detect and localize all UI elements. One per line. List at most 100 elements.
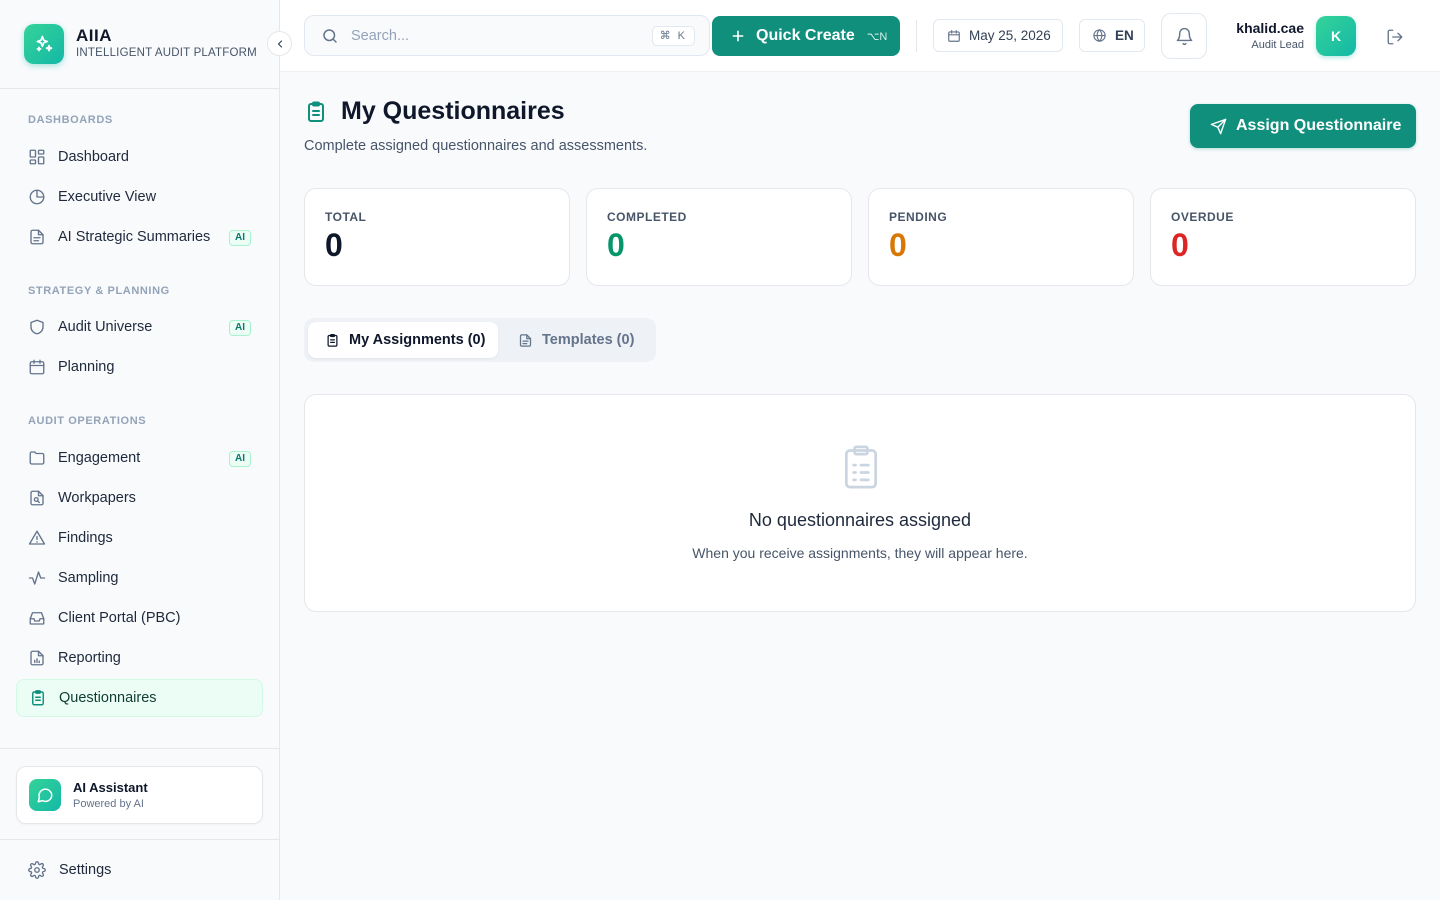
- chevron-left-icon: [274, 38, 286, 50]
- ai-assistant-card[interactable]: AI Assistant Powered by AI: [16, 766, 263, 824]
- current-date: May 25, 2026: [969, 28, 1051, 43]
- quick-create-button[interactable]: Quick Create ⌥N: [712, 16, 900, 56]
- ai-badge: AI: [229, 451, 251, 467]
- sidebar-item-label: Dashboard: [58, 149, 129, 165]
- search-input[interactable]: [351, 27, 631, 44]
- brand-header: AIIA INTELLIGENT AUDIT PLATFORM: [0, 0, 279, 89]
- tab-label: Templates (0): [542, 332, 635, 348]
- pie-chart-icon: [28, 188, 46, 206]
- collapse-sidebar-button[interactable]: [267, 31, 292, 56]
- sidebar-item-executive-view[interactable]: Executive View: [16, 178, 263, 216]
- stat-card-completed: COMPLETED 0: [586, 188, 852, 286]
- sidebar-item-label: Planning: [58, 359, 115, 375]
- stat-value: 0: [607, 227, 625, 263]
- alert-triangle-icon: [28, 529, 46, 547]
- avatar[interactable]: K: [1316, 16, 1356, 56]
- user-role: Audit Lead: [1251, 39, 1304, 51]
- assign-questionnaire-button[interactable]: Assign Questionnaire: [1190, 104, 1416, 148]
- sidebar-item-audit-universe[interactable]: Audit Universe AI: [16, 308, 263, 346]
- sidebar-item-label: Findings: [58, 530, 113, 546]
- sidebar-item-reporting[interactable]: Reporting: [16, 639, 263, 677]
- search-icon: [321, 27, 339, 45]
- clipboard-list-icon: [839, 443, 883, 491]
- sidebar-item-client-portal[interactable]: Client Portal (PBC): [16, 599, 263, 637]
- assistant-subtitle: Powered by AI: [73, 798, 144, 810]
- language-label: EN: [1115, 28, 1134, 43]
- sidebar-item-workpapers[interactable]: Workpapers: [16, 479, 263, 517]
- sidebar-item-label: Sampling: [58, 570, 119, 586]
- language-selector[interactable]: EN: [1079, 19, 1145, 52]
- sidebar-item-planning[interactable]: Planning: [16, 348, 263, 386]
- inbox-icon: [28, 609, 46, 627]
- assistant-title: AI Assistant: [73, 780, 148, 795]
- tab-my-assignments[interactable]: My Assignments (0): [308, 322, 498, 358]
- brand-subtitle: INTELLIGENT AUDIT PLATFORM: [76, 47, 257, 59]
- page-title: My Questionnaires: [341, 97, 565, 125]
- ai-badge: AI: [229, 230, 251, 246]
- assistant-section: AI Assistant Powered by AI: [0, 748, 279, 840]
- sparkles-icon: [34, 34, 54, 54]
- sidebar-item-settings[interactable]: Settings: [16, 852, 263, 888]
- search-box[interactable]: ⌘ K: [304, 15, 710, 56]
- stat-label: TOTAL: [325, 210, 367, 224]
- assistant-avatar: [29, 779, 61, 811]
- section-title-dashboards: DASHBOARDS: [28, 114, 113, 126]
- folder-icon: [28, 449, 46, 467]
- stat-card-pending: PENDING 0: [868, 188, 1134, 286]
- empty-state-message: When you receive assignments, they will …: [692, 545, 1028, 561]
- bell-icon: [1175, 27, 1194, 46]
- calendar-icon: [28, 358, 46, 376]
- date-chip[interactable]: May 25, 2026: [933, 19, 1063, 52]
- settings-label: Settings: [59, 862, 112, 878]
- clipboard-list-icon: [304, 100, 328, 124]
- stat-card-overdue: OVERDUE 0: [1150, 188, 1416, 286]
- message-circle-icon: [36, 786, 54, 804]
- sidebar-item-label: Engagement: [58, 450, 141, 466]
- sidebar-item-label: AI Strategic Summaries: [58, 229, 211, 245]
- sidebar-item-findings[interactable]: Findings: [16, 519, 263, 557]
- sidebar-item-dashboard[interactable]: Dashboard: [16, 138, 263, 176]
- sidebar-item-label: Executive View: [58, 189, 157, 205]
- ai-badge: AI: [229, 320, 251, 336]
- sidebar-item-ai-strategic-summaries[interactable]: AI Strategic Summaries AI: [16, 218, 263, 256]
- log-out-icon: [1386, 28, 1404, 46]
- section-title-audit-operations: AUDIT OPERATIONS: [28, 415, 147, 427]
- search-shortcut-hint: ⌘ K: [651, 26, 695, 46]
- sidebar-item-questionnaires[interactable]: Questionnaires: [16, 679, 263, 717]
- plus-icon: [730, 28, 746, 44]
- gear-icon: [28, 861, 46, 879]
- sidebar-item-label: Audit Universe: [58, 319, 153, 335]
- sidebar-item-sampling[interactable]: Sampling: [16, 559, 263, 597]
- sidebar-item-label: Questionnaires: [59, 690, 157, 706]
- logout-button[interactable]: [1384, 26, 1406, 48]
- stat-label: PENDING: [889, 210, 948, 224]
- stat-value: 0: [889, 227, 907, 263]
- shield-icon: [28, 318, 46, 336]
- brand-logo[interactable]: [24, 24, 64, 64]
- empty-state-panel: No questionnaires assigned When you rece…: [304, 394, 1416, 612]
- sidebar-item-label: Workpapers: [58, 490, 136, 506]
- assign-questionnaire-label: Assign Questionnaire: [1236, 117, 1402, 134]
- activity-icon: [28, 569, 46, 587]
- globe-icon: [1092, 28, 1107, 43]
- notifications-button[interactable]: [1161, 13, 1207, 59]
- send-icon: [1210, 118, 1227, 135]
- empty-state-title: No questionnaires assigned: [748, 510, 972, 530]
- quick-create-shortcut: ⌥N: [866, 30, 888, 43]
- quick-create-label: Quick Create: [756, 27, 855, 44]
- clipboard-list-icon: [29, 689, 47, 707]
- stat-label: OVERDUE: [1171, 210, 1234, 224]
- stat-label: COMPLETED: [607, 210, 687, 224]
- sidebar-item-label: Reporting: [58, 650, 121, 666]
- top-bar: ⌘ K Quick Create ⌥N May 25, 2026 EN khal…: [280, 0, 1440, 72]
- tab-templates[interactable]: Templates (0): [502, 322, 652, 358]
- file-text-icon: [518, 333, 533, 348]
- brand-name: AIIA: [76, 26, 112, 45]
- sidebar-item-label: Client Portal (PBC): [58, 610, 181, 626]
- file-search-icon: [28, 489, 46, 507]
- stat-card-total: TOTAL 0: [304, 188, 570, 286]
- sidebar-item-engagement[interactable]: Engagement AI: [16, 439, 263, 477]
- calendar-icon: [947, 29, 961, 43]
- questionnaire-tabs: My Assignments (0) Templates (0): [304, 318, 656, 362]
- section-title-strategy-planning: STRATEGY & PLANNING: [28, 285, 170, 297]
